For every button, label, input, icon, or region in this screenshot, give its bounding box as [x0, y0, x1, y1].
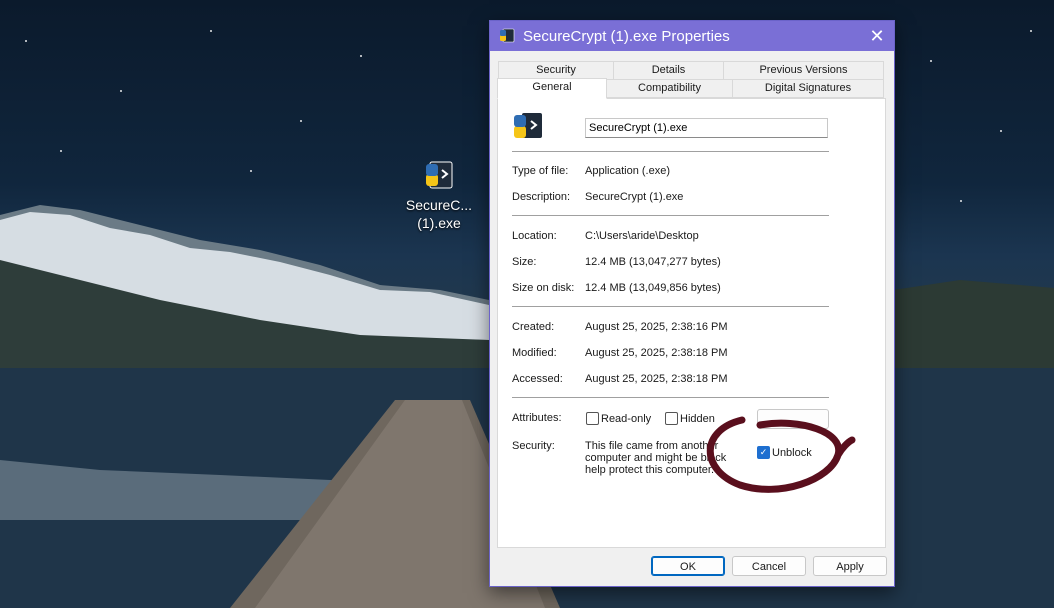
location-value: C:\Users\aride\Desktop	[585, 230, 699, 242]
size-on-disk-value: 12.4 MB (13,049,856 bytes)	[585, 282, 721, 294]
desktop-file-icon[interactable]: SecureC... (1).exe	[400, 158, 478, 232]
read-only-label: Read-only	[601, 413, 652, 425]
close-icon[interactable]: ✕	[860, 21, 894, 51]
separator	[512, 306, 829, 307]
location-label: Location:	[512, 230, 557, 242]
tab-general[interactable]: General	[497, 78, 607, 99]
created-value: August 25, 2025, 2:38:16 PM	[585, 321, 728, 333]
separator	[512, 151, 829, 152]
modified-value: August 25, 2025, 2:38:18 PM	[585, 347, 728, 359]
description-label: Description:	[512, 191, 571, 203]
unblock-checkbox[interactable]: ✓	[757, 446, 770, 459]
attributes-label: Attributes:	[512, 412, 562, 424]
hidden-label: Hidden	[680, 413, 715, 425]
created-label: Created:	[512, 321, 555, 333]
dialog-title: SecureCrypt (1).exe Properties	[523, 27, 730, 45]
security-message-line3: help protect this computer.	[585, 464, 715, 476]
size-label: Size:	[512, 256, 537, 268]
size-value: 12.4 MB (13,047,277 bytes)	[585, 256, 721, 268]
properties-dialog: SecureCrypt (1).exe Properties ✕ Securit…	[489, 20, 895, 587]
tab-compatibility[interactable]: Compatibility	[606, 79, 733, 98]
python-exe-icon	[512, 110, 544, 142]
hidden-checkbox[interactable]	[665, 412, 678, 425]
tab-details[interactable]: Details	[613, 61, 724, 80]
size-on-disk-label: Size on disk:	[512, 282, 575, 294]
separator	[512, 215, 829, 216]
desktop-icon-label-line1: SecureC...	[405, 197, 473, 213]
ok-button[interactable]: OK	[651, 556, 725, 576]
modified-label: Modified:	[512, 347, 557, 359]
tab-previous-versions[interactable]: Previous Versions	[723, 61, 884, 80]
desktop-icon-label-line2: (1).exe	[417, 215, 461, 231]
python-exe-icon	[499, 28, 515, 44]
accessed-value: August 25, 2025, 2:38:18 PM	[585, 373, 728, 385]
read-only-checkbox[interactable]	[586, 412, 599, 425]
description-value: SecureCrypt (1).exe	[585, 191, 684, 203]
unblock-label: Unblock	[772, 447, 812, 459]
separator	[512, 397, 829, 398]
accessed-label: Accessed:	[512, 373, 563, 385]
file-name-field[interactable]	[585, 118, 828, 138]
security-message: This file came from another computer and…	[585, 440, 726, 476]
cancel-button[interactable]: Cancel	[732, 556, 806, 576]
security-message-line1: This file came from another	[585, 440, 719, 452]
security-label: Security:	[512, 440, 555, 452]
type-value: Application (.exe)	[585, 165, 670, 177]
apply-button[interactable]: Apply	[813, 556, 887, 576]
dialog-titlebar[interactable]: SecureCrypt (1).exe Properties ✕	[490, 21, 894, 51]
advanced-button[interactable]	[757, 409, 829, 429]
general-tab-panel: Type of file: Application (.exe) Descrip…	[497, 98, 886, 548]
type-label: Type of file:	[512, 165, 569, 177]
python-exe-icon	[422, 158, 456, 192]
tab-digital-signatures[interactable]: Digital Signatures	[732, 79, 884, 98]
security-message-line2: computer and might be block	[585, 452, 727, 464]
